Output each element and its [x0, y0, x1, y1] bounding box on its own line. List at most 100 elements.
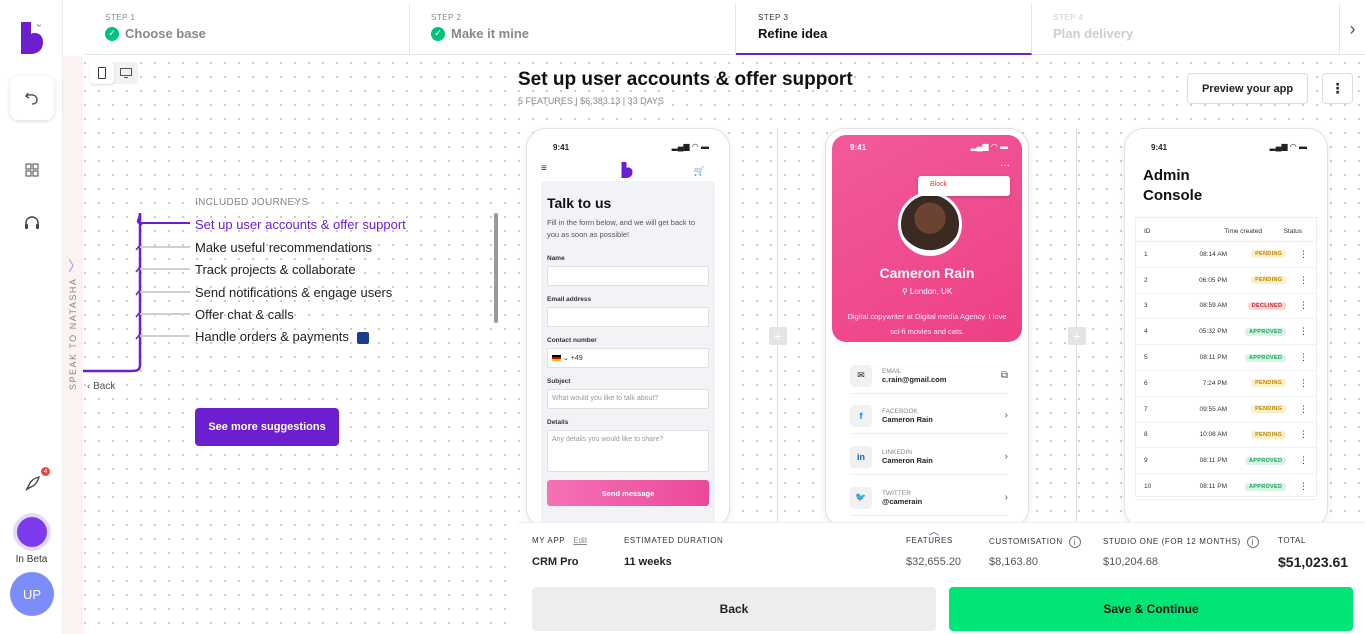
- more-icon[interactable]: ⋮: [1286, 404, 1308, 415]
- more-options-icon[interactable]: ⋮: [1322, 73, 1353, 104]
- table-row[interactable]: 9 08:11 PM APPROVED ⋮: [1136, 448, 1316, 475]
- save-continue-button[interactable]: Save & Continue: [949, 587, 1353, 631]
- email-field[interactable]: [547, 307, 709, 327]
- table-row[interactable]: 10 08:11 PM APPROVED ⋮: [1136, 474, 1316, 500]
- edit-icon[interactable]: [356, 331, 369, 344]
- step-plan-delivery[interactable]: STEP 4 Plan delivery: [1032, 4, 1358, 55]
- chevron-right-icon[interactable]: ›: [1005, 410, 1008, 421]
- table-row[interactable]: 5 08:11 PM APPROVED ⋮: [1136, 345, 1316, 371]
- email-label: Email address: [547, 296, 592, 303]
- more-icon[interactable]: ⋮: [1286, 481, 1308, 492]
- contact-row[interactable]: in LINKEDIN Cameron Rain ›: [850, 439, 1008, 475]
- chevron-right-icon[interactable]: ›: [1005, 492, 1008, 503]
- phone-admin-console[interactable]: 9:41 ▂▄▆ ◠ ▬ Admin Console ID Time create…: [1124, 128, 1328, 528]
- grid-button[interactable]: [10, 148, 54, 192]
- status-badge: APPROVED: [1244, 456, 1287, 465]
- customisation-label-text: CUSTOMISATION: [989, 537, 1063, 547]
- admin-title-line2: Console: [1143, 187, 1203, 204]
- phone-profile[interactable]: 9:41 ▂▄▆ ◠ ▬ ··· Block Cameron Rain ⚲ Lo…: [825, 128, 1029, 528]
- add-screen-button[interactable]: +: [769, 327, 787, 345]
- hamburger-icon[interactable]: ≡: [541, 163, 547, 174]
- device-toggle[interactable]: [90, 62, 138, 84]
- table-row[interactable]: 3 08:59 AM DECLINED ⋮: [1136, 294, 1316, 320]
- table-row[interactable]: 6 7:24 PM PENDING ⋮: [1136, 371, 1316, 397]
- info-icon[interactable]: i: [1246, 536, 1259, 548]
- cart-icon[interactable]: 🛒: [694, 166, 705, 177]
- footer-summary: ︿ MY APP Edit CRM Pro ESTIMATED DURATION …: [518, 522, 1365, 634]
- phone-prefix: +49: [570, 355, 583, 362]
- table-row[interactable]: 2 06:05 PM PENDING ⋮: [1136, 268, 1316, 294]
- more-icon[interactable]: ⋮: [1286, 300, 1308, 311]
- profile-location: ⚲ London, UK: [832, 287, 1022, 296]
- status-time: 9:41: [850, 143, 867, 152]
- desktop-icon[interactable]: [114, 62, 138, 84]
- journey-item[interactable]: Track projects & collaborate: [195, 262, 356, 277]
- info-icon[interactable]: i: [1068, 536, 1081, 548]
- steps-bar: STEP 1 ✓ Choose base STEP 2 ✓ Make it mine…: [84, 4, 1365, 55]
- form-title: Talk to us: [547, 195, 612, 211]
- preview-app-button[interactable]: Preview your app: [1187, 73, 1308, 104]
- more-icon[interactable]: ···: [1000, 160, 1010, 171]
- my-app-label-text: MY APP: [532, 536, 566, 545]
- more-icon[interactable]: ⋮: [1286, 326, 1308, 337]
- journey-item[interactable]: Send notifications & engage users: [195, 285, 392, 300]
- mobile-icon[interactable]: [90, 62, 114, 84]
- table-row[interactable]: 4 05:32 PM APPROVED ⋮: [1136, 319, 1316, 346]
- step-name: Plan delivery: [1053, 26, 1134, 41]
- status-time: 9:41: [1151, 143, 1168, 152]
- copy-icon[interactable]: ⧉: [1001, 370, 1008, 381]
- status-time: 9:41: [553, 143, 570, 152]
- back-button[interactable]: Back: [532, 587, 936, 631]
- send-message-button[interactable]: Send message: [547, 480, 709, 506]
- more-icon[interactable]: ⋮: [1286, 249, 1308, 260]
- twitter-icon: 🐦: [850, 486, 872, 509]
- journey-item[interactable]: Handle orders & payments: [195, 329, 369, 344]
- journey-item[interactable]: Offer chat & calls: [195, 307, 294, 322]
- phone-contact-form[interactable]: 9:41 ▂▄▆ ◠ ▬ ≡ 🛒 Talk to us Fill in the …: [526, 128, 730, 528]
- duration-label: ESTIMATED DURATION: [624, 536, 724, 545]
- more-icon[interactable]: ⋮: [1286, 352, 1308, 363]
- builder-logo-icon[interactable]: ™: [19, 20, 45, 56]
- chevron-right-icon[interactable]: ›: [1005, 451, 1008, 462]
- add-screen-button[interactable]: +: [1068, 327, 1086, 345]
- more-icon[interactable]: ⋮: [1286, 378, 1308, 389]
- contact-row[interactable]: 🐦 TWITTER @camerain ›: [850, 480, 1008, 516]
- more-icon[interactable]: ⋮: [1286, 429, 1308, 440]
- edit-link[interactable]: Edit: [573, 536, 587, 545]
- step-choose-base[interactable]: STEP 1 ✓ Choose base: [84, 4, 410, 55]
- undo-button[interactable]: [10, 76, 54, 120]
- step-refine-idea[interactable]: STEP 3 Refine idea: [736, 4, 1032, 55]
- speak-to-natasha-label[interactable]: SPEAK TO NATASHA: [68, 278, 78, 390]
- see-more-suggestions-button[interactable]: See more suggestions: [195, 408, 339, 446]
- journey-item[interactable]: Make useful recommendations: [195, 240, 372, 255]
- row-id: 9: [1144, 457, 1148, 465]
- status-badge: APPROVED: [1244, 353, 1287, 362]
- subject-field[interactable]: What would you like to talk about?: [547, 389, 709, 409]
- status-icons: ▂▄▆ ◠ ▬: [1269, 142, 1307, 151]
- step-name: Make it mine: [451, 26, 530, 41]
- more-icon[interactable]: ⋮: [1286, 455, 1308, 466]
- table-row[interactable]: 8 10:08 AM PENDING ⋮: [1136, 423, 1316, 449]
- table-row[interactable]: 7 09:55 AM PENDING ⋮: [1136, 397, 1316, 423]
- support-button[interactable]: [10, 202, 54, 246]
- scrollbar[interactable]: [494, 213, 498, 323]
- chevron-right-icon[interactable]: ›: [1339, 4, 1365, 55]
- status-badge: PENDING: [1251, 250, 1287, 259]
- details-field[interactable]: Any details you would like to share?: [547, 430, 709, 472]
- row-value: c.rain@gmail.com: [882, 374, 947, 384]
- back-link[interactable]: ‹ Back: [87, 381, 115, 392]
- location-pin-icon: ⚲: [901, 287, 908, 296]
- row-value: Cameron Rain: [882, 455, 933, 465]
- avatar[interactable]: UP: [10, 572, 54, 616]
- contact-row[interactable]: f FACEBOOK Cameron Rain ›: [850, 398, 1008, 434]
- step-make-it-mine[interactable]: STEP 2 ✓ Make it mine: [410, 4, 736, 55]
- beta-indicator[interactable]: [17, 517, 47, 547]
- journey-item[interactable]: Set up user accounts & offer support: [195, 217, 406, 232]
- block-menu-item[interactable]: Block: [918, 176, 1010, 196]
- row-status: APPROVED: [1227, 353, 1287, 362]
- table-row[interactable]: 1 08:14 AM PENDING ⋮: [1136, 242, 1316, 268]
- more-icon[interactable]: ⋮: [1286, 275, 1308, 286]
- contact-field[interactable]: ⌄ +49: [547, 348, 709, 368]
- name-field[interactable]: [547, 266, 709, 286]
- contact-row[interactable]: ✉ EMAIL c.rain@gmail.com ⧉: [850, 358, 1008, 394]
